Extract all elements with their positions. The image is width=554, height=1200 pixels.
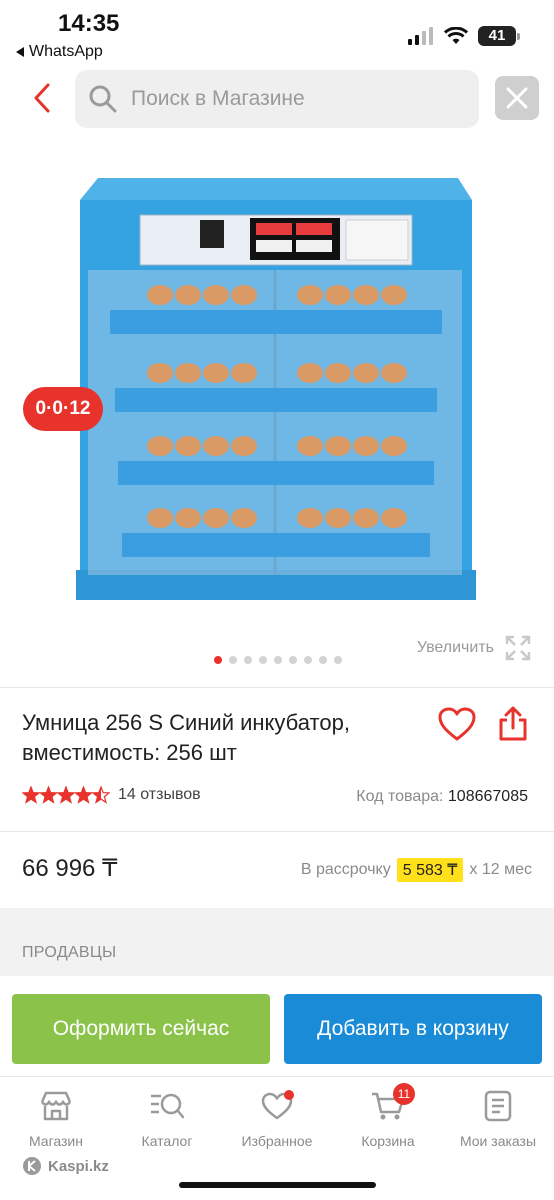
status-time: 14:35	[58, 10, 120, 37]
shop-icon	[40, 1091, 72, 1121]
tab-label: Корзина	[361, 1133, 415, 1149]
signal-icon	[408, 27, 433, 45]
tab-shop[interactable]: Магазин	[6, 1089, 106, 1149]
rating-star	[91, 786, 110, 804]
rating-stars	[22, 786, 110, 804]
favorites-dot	[284, 1090, 294, 1100]
cart-count-badge: 11	[393, 1083, 415, 1105]
tab-favorites[interactable]: Избранное	[227, 1089, 327, 1149]
pagination-dot[interactable]	[289, 656, 297, 664]
product-code: Код товара: 108667085	[356, 788, 528, 806]
rating-row: 14 отзывов	[22, 786, 201, 804]
pagination-dot[interactable]	[319, 656, 327, 664]
pagination-dot[interactable]	[244, 656, 252, 664]
pagination-dot[interactable]	[214, 656, 222, 664]
tab-label: Избранное	[241, 1133, 313, 1149]
expand-icon	[505, 635, 531, 661]
search-header: Поиск в Магазине	[0, 66, 554, 134]
catalog-icon	[151, 1093, 185, 1119]
pagination-dot[interactable]	[334, 656, 342, 664]
buy-now-button[interactable]: Оформить сейчас	[12, 994, 270, 1064]
brand-label: Kaspi.kz	[48, 1157, 109, 1175]
tab-label: Магазин	[28, 1133, 83, 1149]
back-button[interactable]	[24, 78, 60, 118]
product-code-value: 108667085	[447, 788, 528, 805]
tab-bar: Магазин Каталог Избранное 11 Корзина Мои…	[0, 1076, 554, 1156]
timer-badge: 0·0·12	[23, 387, 103, 431]
heart-outline-icon	[438, 707, 476, 741]
back-to-app-link[interactable]: WhatsApp	[16, 43, 103, 61]
share-button[interactable]	[496, 704, 532, 744]
orders-icon	[484, 1090, 512, 1122]
favorite-button[interactable]	[437, 706, 477, 746]
divider	[0, 687, 554, 688]
divider	[0, 831, 554, 832]
rating-star	[56, 786, 76, 804]
action-bar: Оформить сейчас Добавить в корзину	[0, 976, 554, 1076]
add-to-cart-button[interactable]: Добавить в корзину	[284, 994, 542, 1064]
installment-label: В рассрочку	[300, 861, 391, 878]
pagination-dot[interactable]	[274, 656, 282, 664]
pagination-dot[interactable]	[259, 656, 267, 664]
wifi-icon	[444, 27, 468, 44]
close-icon	[506, 87, 528, 109]
search-icon	[89, 85, 117, 113]
close-button[interactable]	[495, 76, 539, 120]
pagination-dot[interactable]	[304, 656, 312, 664]
sellers-section: ПРОДАВЦЫ	[0, 908, 554, 976]
image-pagination	[214, 656, 342, 664]
home-indicator[interactable]	[179, 1182, 376, 1188]
installment-info[interactable]: В рассрочку 5 583 ₸ х 12 мес	[301, 858, 532, 882]
battery-icon: 41	[478, 26, 520, 46]
zoom-label: Увеличить	[416, 639, 494, 656]
installment-term: х 12 мес	[469, 861, 532, 878]
tab-label: Каталог	[141, 1133, 193, 1149]
product-code-label: Код товара:	[356, 788, 444, 805]
back-triangle-icon	[16, 47, 24, 57]
price: 66 996 ₸	[22, 855, 118, 882]
tab-orders[interactable]: Мои заказы	[448, 1089, 548, 1149]
tab-catalog[interactable]: Каталог	[117, 1089, 217, 1149]
tab-cart[interactable]: 11 Корзина	[338, 1083, 438, 1149]
rating-star	[38, 786, 59, 804]
sellers-heading: ПРОДАВЦЫ	[22, 944, 117, 961]
rating-star	[22, 786, 41, 804]
search-input[interactable]: Поиск в Магазине	[75, 70, 479, 128]
kaspi-watermark: Kaspi.kz	[22, 1156, 109, 1176]
kaspi-logo-icon	[23, 1157, 41, 1175]
installment-amount: 5 583 ₸	[396, 858, 464, 882]
product-image[interactable]	[70, 170, 480, 610]
search-placeholder: Поиск в Магазине	[131, 87, 305, 110]
tab-label: Мои заказы	[459, 1133, 537, 1149]
back-app-label: WhatsApp	[29, 43, 103, 60]
rating-star	[73, 786, 94, 804]
status-icons: 41	[408, 26, 520, 46]
share-icon	[499, 706, 527, 741]
status-bar: 14:35 WhatsApp 41	[0, 0, 554, 66]
product-title: Умница 256 S Синий инкубатор, вместимост…	[22, 710, 350, 765]
chevron-left-icon	[34, 83, 50, 113]
pagination-dot[interactable]	[229, 656, 237, 664]
reviews-link[interactable]: 14 отзывов	[118, 786, 201, 804]
zoom-button[interactable]: Увеличить	[417, 634, 532, 662]
